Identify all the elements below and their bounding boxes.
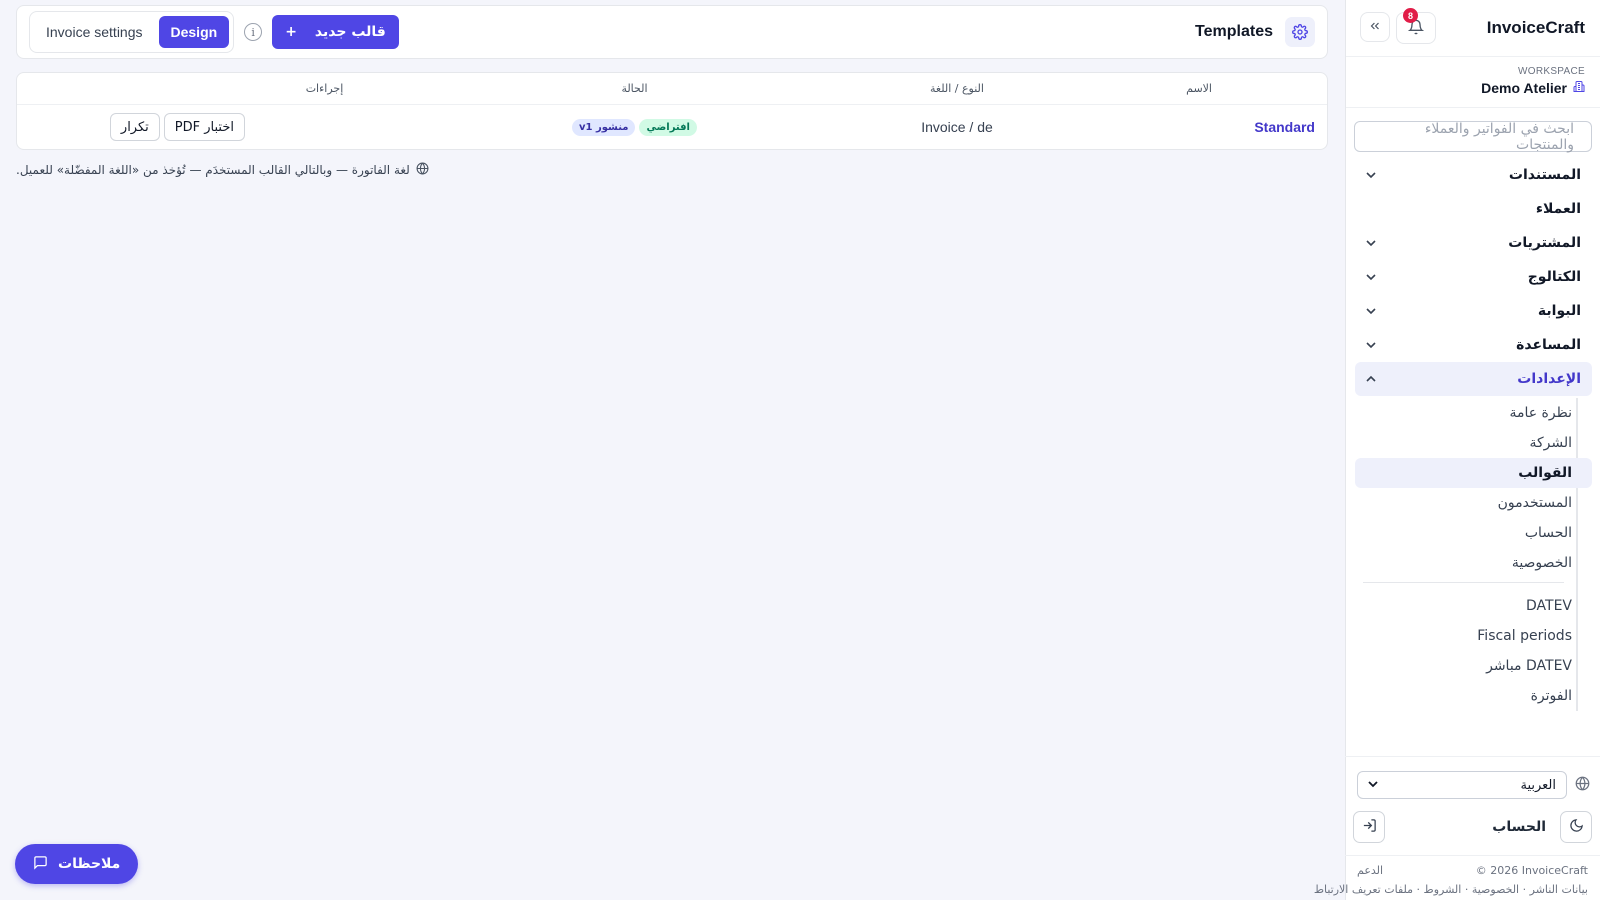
view-toggle: Invoice settings Design	[29, 11, 235, 53]
footer-links: © 2026 InvoiceCraft الدعم بيانات الناشر …	[1314, 855, 1600, 900]
nav-customers[interactable]: العملاء	[1355, 192, 1592, 226]
sub-overview[interactable]: نظرة عامة	[1355, 398, 1592, 428]
col-type-lang: النوع / اللغة	[930, 82, 984, 95]
sidebar-nav: المستندات العملاء المشتريات الكتالوج الب…	[1346, 158, 1600, 711]
account-row: الحساب	[1345, 801, 1600, 845]
globe-icon	[1575, 776, 1590, 794]
col-name: الاسم	[1186, 82, 1212, 95]
logout-button[interactable]	[1353, 811, 1385, 843]
account-link[interactable]: الحساب	[1393, 819, 1552, 835]
col-actions: إجراءات	[305, 82, 344, 95]
logout-icon	[1362, 818, 1377, 836]
sub-datev[interactable]: DATEV	[1355, 591, 1592, 621]
submenu-divider	[1363, 582, 1564, 583]
sidebar-footer: العربية الحساب © 2026 InvoiceCraft الدعم…	[1314, 756, 1600, 900]
sub-fiscal-periods[interactable]: Fiscal periods	[1355, 621, 1592, 651]
template-type-lang: Invoice / de	[921, 119, 993, 135]
cookies-link[interactable]: ملفات تعريف الارتباط	[1314, 883, 1413, 896]
template-name-link[interactable]: Standard	[1254, 119, 1315, 135]
nav-label: المشتريات	[1508, 235, 1581, 251]
nav-purchases[interactable]: المشتريات	[1355, 226, 1592, 260]
nav-label: المساعدة	[1516, 337, 1581, 353]
nav-help[interactable]: المساعدة	[1355, 328, 1592, 362]
moon-icon	[1569, 818, 1584, 836]
sub-privacy[interactable]: الخصوصية	[1355, 548, 1592, 578]
nav-catalog[interactable]: الكتالوج	[1355, 260, 1592, 294]
tab-invoice-settings[interactable]: Invoice settings	[34, 16, 155, 48]
terms-link[interactable]: الشروط	[1424, 883, 1462, 896]
nav-label: العملاء	[1535, 201, 1581, 217]
language-select[interactable]: العربية	[1357, 771, 1567, 799]
new-template-button[interactable]: قالب جديد +	[272, 15, 399, 49]
language-select-value: العربية	[1520, 777, 1556, 793]
notifications-button[interactable]: 8	[1396, 8, 1436, 44]
table-row: Standard Invoice / de افتراضي منشور v1 ا…	[17, 105, 1327, 149]
privacy-link[interactable]: الخصوصية	[1472, 883, 1519, 896]
settings-submenu: نظرة عامة الشركة القوالب المستخدمون الحس…	[1355, 398, 1592, 711]
sidebar: InvoiceCraft 8 WORKSPACE Demo Atelier اب	[1314, 0, 1600, 900]
workspace-label: WORKSPACE	[1518, 66, 1585, 77]
status-badges: افتراضي منشور v1	[452, 118, 817, 136]
nav-documents[interactable]: المستندات	[1355, 158, 1592, 192]
plus-icon: +	[285, 24, 297, 40]
nav-label: الكتالوج	[1527, 269, 1581, 285]
sub-account[interactable]: الحساب	[1355, 518, 1592, 548]
brand-logo[interactable]: InvoiceCraft	[1487, 18, 1585, 38]
info-icon[interactable]: i	[244, 23, 263, 41]
chevrons-left-icon	[1368, 19, 1382, 36]
nav-label: البوابة	[1537, 303, 1581, 319]
theme-toggle-button[interactable]	[1560, 811, 1592, 843]
chevron-down-icon	[1366, 340, 1376, 350]
language-hint-text: لغة الفاتورة — وبالتالي القالب المستخدَم…	[16, 163, 410, 177]
page-title: Templates	[1195, 23, 1273, 40]
sub-datev-direct[interactable]: DATEV مباشر	[1355, 651, 1592, 681]
globe-icon	[416, 162, 429, 178]
tab-design[interactable]: Design	[158, 16, 230, 48]
chevron-up-icon	[1366, 374, 1376, 384]
notification-count-badge: 8	[1403, 8, 1418, 23]
imprint-link[interactable]: بيانات الناشر	[1530, 883, 1588, 896]
copyright: © 2026 InvoiceCraft	[1475, 864, 1588, 877]
support-link[interactable]: الدعم	[1357, 864, 1383, 877]
feedback-label: ملاحظات	[58, 856, 121, 872]
default-badge: افتراضي	[639, 118, 697, 136]
collapse-sidebar-button[interactable]	[1360, 12, 1390, 42]
new-template-label: قالب جديد	[314, 24, 386, 40]
sub-users[interactable]: المستخدمون	[1355, 488, 1592, 518]
row-actions: اختبار PDF تكرار	[17, 113, 452, 141]
chevron-down-icon	[1366, 272, 1376, 282]
workspace-switcher[interactable]: WORKSPACE Demo Atelier	[1346, 56, 1600, 108]
duplicate-button[interactable]: تكرار	[109, 113, 160, 141]
col-status: الحالة	[621, 82, 648, 95]
nav-portal[interactable]: البوابة	[1355, 294, 1592, 328]
chevron-down-icon	[1366, 306, 1376, 316]
feedback-button[interactable]: ملاحظات	[15, 844, 139, 884]
language-hint: لغة الفاتورة — وبالتالي القالب المستخدَم…	[16, 162, 1328, 178]
sidebar-header: InvoiceCraft 8	[1346, 0, 1600, 56]
header-title-group: Templates	[1195, 17, 1315, 47]
page-header: Invoice settings Design i قالب جديد + Te…	[16, 5, 1328, 59]
sub-company[interactable]: الشركة	[1355, 428, 1592, 458]
chevron-down-icon	[1366, 170, 1376, 180]
workspace-name: Demo Atelier	[1481, 80, 1567, 96]
gear-icon[interactable]	[1285, 17, 1315, 47]
building-icon	[1573, 80, 1585, 96]
nav-label: المستندات	[1508, 167, 1581, 183]
chevron-down-icon	[1366, 238, 1376, 248]
test-pdf-button[interactable]: اختبار PDF	[163, 113, 245, 141]
table-header: الاسم النوع / اللغة الحالة إجراءات	[17, 73, 1327, 105]
sub-billing[interactable]: الفوترة	[1355, 681, 1592, 711]
nav-settings[interactable]: الإعدادات	[1355, 362, 1592, 396]
main-content: Invoice settings Design i قالب جديد + Te…	[16, 5, 1328, 178]
header-actions: Invoice settings Design i قالب جديد +	[29, 11, 399, 53]
chevron-down-icon	[1368, 778, 1378, 793]
templates-table: الاسم النوع / اللغة الحالة إجراءات Stand…	[16, 72, 1328, 150]
nav-label: الإعدادات	[1517, 371, 1581, 387]
sub-templates[interactable]: القوالب	[1355, 458, 1592, 488]
published-badge: منشور v1	[572, 118, 636, 136]
global-search-input[interactable]: ابحث في الفواتير والعملاء والمنتجات	[1354, 121, 1592, 153]
chat-icon	[33, 855, 48, 874]
language-row: العربية	[1345, 757, 1600, 801]
